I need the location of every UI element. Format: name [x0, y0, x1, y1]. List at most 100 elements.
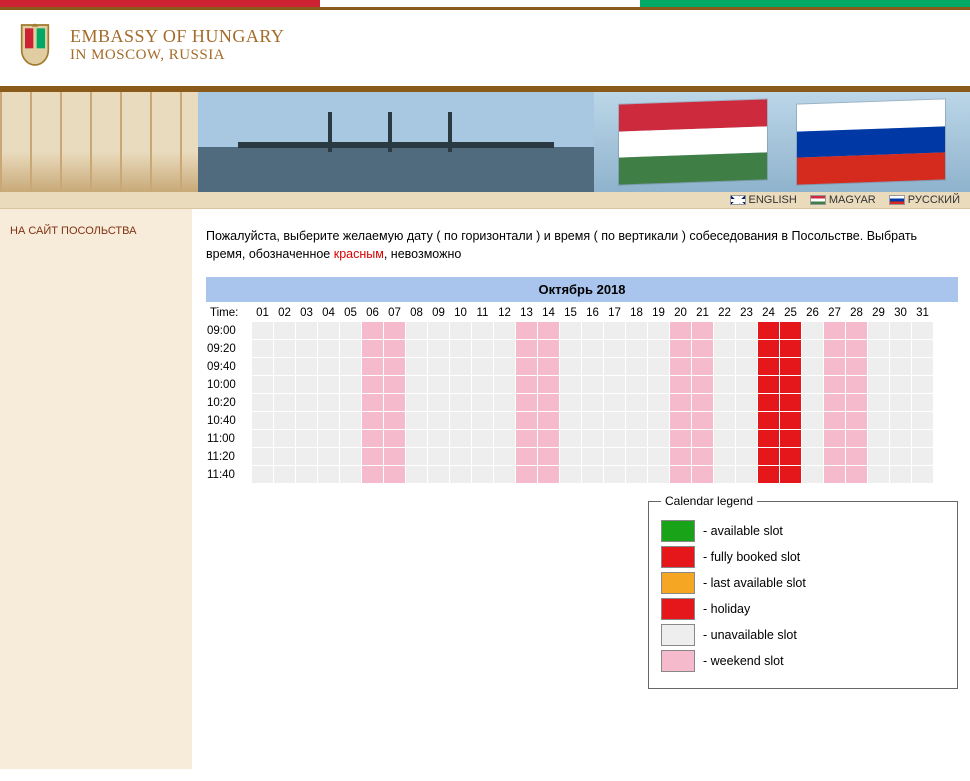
calendar-slot[interactable] — [692, 394, 713, 411]
calendar-slot[interactable] — [362, 466, 383, 483]
calendar-slot[interactable] — [824, 430, 845, 447]
calendar-slot[interactable] — [758, 448, 779, 465]
calendar-slot[interactable] — [780, 430, 801, 447]
calendar-slot[interactable] — [384, 466, 405, 483]
legend-label: - fully booked slot — [703, 550, 800, 564]
calendar-slot[interactable] — [384, 376, 405, 393]
lang-russian-link[interactable]: РУССКИЙ — [889, 194, 960, 206]
calendar-slot[interactable] — [516, 412, 537, 429]
calendar-slot[interactable] — [846, 376, 867, 393]
calendar-slot[interactable] — [516, 430, 537, 447]
calendar-slot[interactable] — [670, 430, 691, 447]
calendar-slot[interactable] — [362, 430, 383, 447]
calendar-slot[interactable] — [670, 340, 691, 357]
calendar-slot[interactable] — [384, 340, 405, 357]
calendar-slot[interactable] — [692, 430, 713, 447]
lang-magyar-link[interactable]: MAGYAR — [810, 194, 876, 206]
calendar-slot[interactable] — [516, 448, 537, 465]
calendar-slot — [428, 322, 449, 339]
calendar-slot[interactable] — [384, 322, 405, 339]
calendar-slot — [340, 322, 361, 339]
calendar-slot[interactable] — [362, 448, 383, 465]
calendar-slot[interactable] — [846, 358, 867, 375]
calendar-slot[interactable] — [824, 394, 845, 411]
calendar-slot[interactable] — [780, 358, 801, 375]
calendar-slot[interactable] — [692, 376, 713, 393]
calendar-slot[interactable] — [670, 466, 691, 483]
calendar-slot[interactable] — [824, 358, 845, 375]
calendar-slot[interactable] — [824, 340, 845, 357]
calendar-slot[interactable] — [384, 448, 405, 465]
sidebar-back-link[interactable]: НА САЙТ ПОСОЛЬСТВА — [10, 225, 136, 237]
calendar-slot[interactable] — [538, 412, 559, 429]
calendar-slot[interactable] — [692, 448, 713, 465]
calendar-slot[interactable] — [824, 322, 845, 339]
calendar-slot[interactable] — [780, 466, 801, 483]
calendar-slot[interactable] — [780, 448, 801, 465]
calendar-slot[interactable] — [780, 394, 801, 411]
calendar-slot[interactable] — [670, 448, 691, 465]
lang-english-link[interactable]: ENGLISH — [730, 194, 797, 206]
calendar-row: 10:40 — [207, 412, 933, 429]
calendar-slot[interactable] — [780, 412, 801, 429]
calendar-slot[interactable] — [516, 340, 537, 357]
calendar-slot[interactable] — [824, 448, 845, 465]
calendar-slot[interactable] — [846, 430, 867, 447]
calendar-slot[interactable] — [692, 466, 713, 483]
calendar-slot[interactable] — [362, 376, 383, 393]
calendar-slot[interactable] — [362, 412, 383, 429]
calendar-slot[interactable] — [538, 394, 559, 411]
calendar-slot[interactable] — [758, 430, 779, 447]
calendar-slot[interactable] — [384, 430, 405, 447]
calendar-slot[interactable] — [692, 358, 713, 375]
calendar-slot[interactable] — [538, 358, 559, 375]
calendar-slot[interactable] — [692, 412, 713, 429]
calendar-slot[interactable] — [362, 340, 383, 357]
calendar-slot[interactable] — [780, 376, 801, 393]
calendar-slot[interactable] — [758, 466, 779, 483]
calendar-slot[interactable] — [824, 412, 845, 429]
calendar-slot[interactable] — [362, 322, 383, 339]
calendar-slot[interactable] — [516, 358, 537, 375]
calendar-slot[interactable] — [758, 322, 779, 339]
calendar-slot[interactable] — [692, 322, 713, 339]
calendar-slot[interactable] — [384, 412, 405, 429]
calendar-slot — [252, 394, 273, 411]
calendar-slot[interactable] — [846, 394, 867, 411]
calendar-slot[interactable] — [758, 394, 779, 411]
calendar-slot[interactable] — [516, 466, 537, 483]
calendar-slot[interactable] — [384, 394, 405, 411]
calendar-slot[interactable] — [538, 466, 559, 483]
calendar-slot[interactable] — [846, 322, 867, 339]
calendar-slot[interactable] — [538, 376, 559, 393]
calendar-slot[interactable] — [846, 412, 867, 429]
calendar-slot[interactable] — [670, 394, 691, 411]
calendar-slot[interactable] — [670, 358, 691, 375]
calendar-slot[interactable] — [758, 412, 779, 429]
calendar-slot[interactable] — [516, 376, 537, 393]
calendar-slot[interactable] — [362, 394, 383, 411]
calendar-slot[interactable] — [780, 322, 801, 339]
calendar-slot[interactable] — [670, 412, 691, 429]
calendar-slot[interactable] — [670, 376, 691, 393]
calendar-slot — [472, 340, 493, 357]
calendar-slot[interactable] — [824, 376, 845, 393]
calendar-slot[interactable] — [538, 340, 559, 357]
calendar-slot[interactable] — [670, 322, 691, 339]
calendar-slot[interactable] — [384, 358, 405, 375]
calendar-slot[interactable] — [846, 448, 867, 465]
calendar-slot[interactable] — [516, 322, 537, 339]
calendar-slot[interactable] — [692, 340, 713, 357]
calendar-slot[interactable] — [758, 340, 779, 357]
calendar-slot[interactable] — [780, 340, 801, 357]
calendar-slot[interactable] — [538, 322, 559, 339]
calendar-slot[interactable] — [846, 466, 867, 483]
calendar-slot[interactable] — [824, 466, 845, 483]
calendar-slot[interactable] — [538, 430, 559, 447]
calendar-slot[interactable] — [758, 376, 779, 393]
calendar-slot[interactable] — [846, 340, 867, 357]
calendar-slot[interactable] — [758, 358, 779, 375]
calendar-slot[interactable] — [516, 394, 537, 411]
calendar-slot[interactable] — [362, 358, 383, 375]
calendar-slot[interactable] — [538, 448, 559, 465]
